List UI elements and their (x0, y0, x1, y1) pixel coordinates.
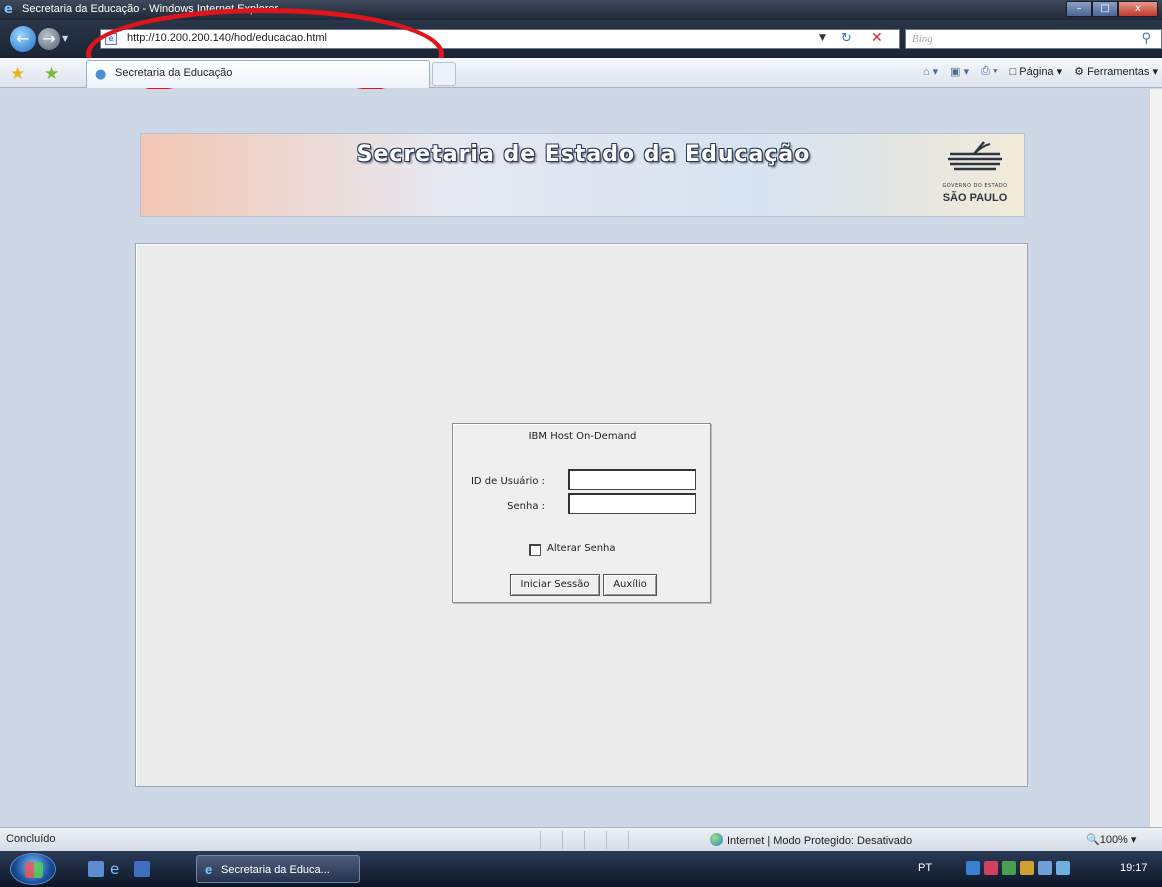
taskbar-window-button[interactable]: e Secretaria da Educa... (196, 855, 360, 883)
search-icon[interactable]: ⚲ (1141, 31, 1151, 46)
vertical-scrollbar[interactable] (1149, 89, 1162, 827)
status-text: Concluído (6, 833, 56, 845)
address-row: ← → ▼ e http://10.200.200.140/hod/educac… (0, 20, 1162, 58)
help-button[interactable]: Auxílio (603, 574, 657, 596)
status-divider (540, 831, 541, 849)
security-zone[interactable]: Internet | Modo Protegido: Desativado (710, 833, 912, 847)
favorites-star-icon[interactable]: ★ (10, 64, 25, 84)
status-divider (562, 831, 563, 849)
switch-windows-icon[interactable] (134, 861, 150, 877)
page-menu[interactable]: □ Página ▾ (1010, 65, 1063, 78)
tab-secretaria[interactable]: ● Secretaria da Educação (86, 60, 430, 88)
favorites-tab-row: ★ ★ ● Secretaria da Educação ⌂ ▾ ▣ ▾ ⎙ ▾… (0, 58, 1162, 88)
user-id-label: ID de Usuário : (470, 476, 545, 487)
forward-button[interactable]: → (38, 28, 60, 50)
start-session-button[interactable]: Iniciar Sessão (510, 574, 600, 596)
login-panel: IBM Host On-Demand ID de Usuário : Senha… (452, 423, 711, 603)
back-button[interactable]: ← (10, 26, 36, 52)
status-divider (584, 831, 585, 849)
url-text[interactable]: http://10.200.200.140/hod/educacao.html (127, 32, 327, 44)
ie-taskbar-icon: e (205, 862, 213, 877)
login-title: IBM Host On-Demand (528, 431, 637, 442)
password-input[interactable] (568, 493, 696, 514)
status-bar: Concluído Internet | Modo Protegido: Des… (0, 827, 1162, 851)
address-bar[interactable]: e http://10.200.200.140/hod/educacao.htm… (100, 29, 900, 49)
banner-title: Secretaria de Estado da Educação (356, 142, 811, 167)
tray-network-icon[interactable] (1038, 861, 1052, 875)
status-divider (628, 831, 629, 849)
logo-subtext: GOVERNO DO ESTADO (942, 183, 1008, 189)
new-tab-button[interactable] (432, 62, 456, 86)
feeds-icon[interactable]: ▣ ▾ (950, 65, 969, 78)
search-placeholder: Bing (912, 33, 933, 45)
logo-text: SÃO PAULO (942, 192, 1008, 204)
tray-app-icon[interactable] (984, 861, 998, 875)
tray-volume-icon[interactable] (1056, 861, 1070, 875)
search-box[interactable]: Bing ⚲ (905, 29, 1162, 49)
minimize-button[interactable]: – (1066, 1, 1092, 17)
taskbar-window-label: Secretaria da Educa... (221, 864, 330, 876)
status-divider (606, 831, 607, 849)
language-indicator[interactable]: PT (918, 862, 932, 874)
change-password-checkbox[interactable] (529, 544, 541, 556)
window-controls: – □ x (1066, 1, 1158, 19)
command-bar: ⌂ ▾ ▣ ▾ ⎙ ▾ □ Página ▾ ⚙ Ferramentas ▾ (923, 65, 1158, 78)
tools-menu[interactable]: ⚙ Ferramentas ▾ (1074, 65, 1158, 78)
window-title-bar[interactable]: e Secretaria da Educação - Windows Inter… (0, 0, 1162, 20)
clock[interactable]: 19:17 (1120, 862, 1148, 874)
tray-app-icon[interactable] (1020, 861, 1034, 875)
internet-globe-icon (710, 833, 723, 846)
add-favorites-icon[interactable]: ★ (44, 64, 59, 84)
address-dropdown-icon[interactable]: ▼ (819, 33, 826, 43)
zoom-control[interactable]: 🔍100% ▾ (1086, 833, 1136, 846)
close-button[interactable]: x (1118, 1, 1158, 17)
show-desktop-icon[interactable] (88, 861, 104, 877)
home-icon[interactable]: ⌂ ▾ (923, 65, 938, 78)
taskbar: e e Secretaria da Educa... PT 19:17 (0, 851, 1162, 887)
sao-paulo-emblem-icon (948, 141, 1002, 171)
ie-quicklaunch-icon[interactable]: e (110, 861, 126, 877)
maximize-button[interactable]: □ (1092, 1, 1118, 17)
header-banner: Secretaria de Estado da Educação GOVERNO… (140, 133, 1025, 217)
system-tray (966, 861, 1070, 875)
stop-icon[interactable]: ✕ (871, 30, 883, 46)
ie-logo-icon: e (4, 2, 13, 17)
sao-paulo-logo: GOVERNO DO ESTADO SÃO PAULO (936, 140, 1014, 210)
page-icon: e (105, 33, 117, 45)
windows-logo-icon (25, 862, 43, 878)
start-button[interactable] (10, 853, 56, 885)
tray-app-icon[interactable] (1002, 861, 1016, 875)
password-label: Senha : (507, 501, 545, 512)
change-password-label[interactable]: Alterar Senha (547, 543, 616, 554)
tray-app-icon[interactable] (966, 861, 980, 875)
user-id-input[interactable] (568, 469, 696, 490)
print-icon[interactable]: ⎙ ▾ (981, 65, 997, 78)
refresh-icon[interactable]: ↻ (841, 31, 852, 46)
tab-label: Secretaria da Educação (115, 67, 233, 79)
window-title: Secretaria da Educação - Windows Interne… (22, 3, 279, 15)
tab-page-icon: ● (95, 67, 107, 82)
history-dropdown-icon[interactable]: ▼ (62, 34, 68, 43)
